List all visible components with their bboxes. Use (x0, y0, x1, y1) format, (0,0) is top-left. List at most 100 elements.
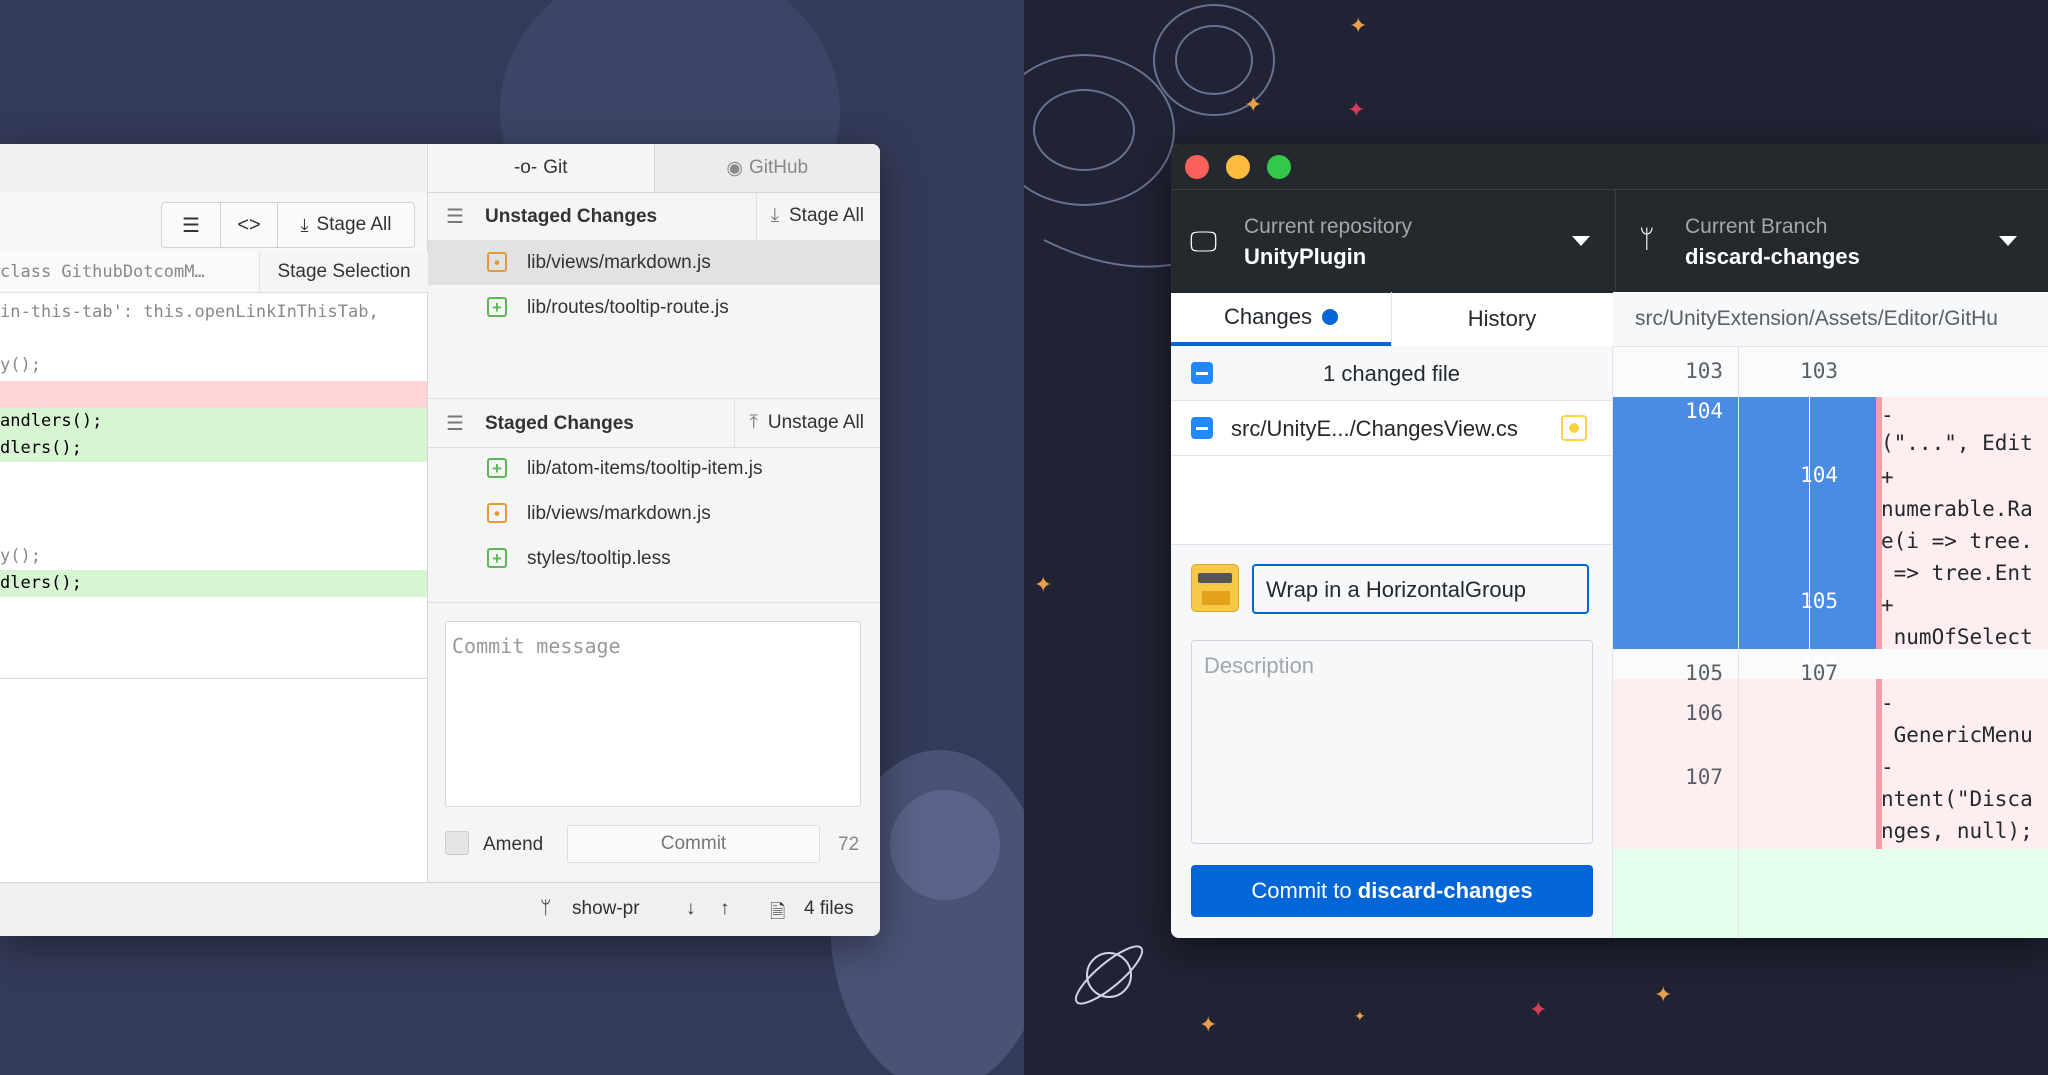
branch-label: Current Branch (1685, 215, 1828, 238)
commit-prefix: Commit to (1251, 878, 1358, 903)
download-icon: ⤓ (300, 214, 309, 235)
star-icon: ✦ (1529, 998, 1548, 1023)
code-line-added: dlers(); (0, 570, 427, 597)
commit-branch: discard-changes (1357, 878, 1533, 903)
diff-line: - (1881, 755, 1894, 779)
staged-file-row[interactable]: + styles/tooltip.less (428, 537, 880, 581)
old-line-number: 104 (1685, 399, 1723, 423)
download-icon: ⤓ (770, 205, 779, 226)
commit-description-input[interactable]: Description (1191, 640, 1593, 844)
title-bar (1171, 144, 2048, 189)
avatar (1191, 564, 1239, 612)
staged-title: Staged Changes (485, 413, 634, 434)
stage-all-button[interactable]: ⤓ Stage All (755, 192, 880, 240)
modified-icon: • (487, 503, 507, 523)
character-counter: 72 (838, 834, 860, 855)
star-icon: ✦ (1354, 1009, 1366, 1025)
file-name: lib/views/markdown.js (527, 503, 711, 524)
amend-checkbox[interactable] (445, 831, 469, 855)
file-checkbox[interactable] (1191, 417, 1213, 439)
tab-changes[interactable]: Changes (1171, 292, 1391, 346)
code-line: in-this-tab': this.openLinkInThisTab, (0, 302, 379, 322)
close-button[interactable] (1185, 155, 1209, 179)
stage-all-label: Stage All (316, 214, 392, 235)
diff-line: e(i => tree. (1881, 529, 2033, 553)
code-line: y(); (0, 546, 41, 566)
staged-file-row[interactable]: + lib/atom-items/tooltip-item.js (428, 447, 880, 491)
unstaged-file-row[interactable]: • lib/views/markdown.js (428, 241, 880, 285)
stage-selection-button[interactable]: Stage Selection (259, 252, 428, 292)
desktop-icon: 🖵 (1190, 226, 1217, 257)
commit-message-placeholder: Commit message (452, 634, 621, 658)
tab-changes-label: Changes (1223, 304, 1313, 329)
branch-selector[interactable]: ᛘ Current Branch discard-changes (1615, 190, 2048, 293)
status-bar: ᛘ show-pr ↓ ↑ 🗎 4 files (0, 882, 880, 936)
changes-header: 1 changed file (1171, 346, 1612, 401)
diff-line: => tree.Ent (1881, 561, 2033, 585)
sidebar-tabs: Changes History (1171, 292, 1612, 347)
git-panel: -o- Git ◉ GitHub ☰ Unstaged Changes ⤓ St… (428, 144, 880, 882)
branch-icon: ᛘ (540, 898, 552, 919)
list-icon: ☰ (446, 413, 464, 435)
tab-history[interactable]: History (1391, 292, 1612, 346)
tab-git-label: Git (543, 157, 568, 178)
commit-to-branch-button[interactable]: Commit to discard-changes (1191, 865, 1593, 917)
minimize-button[interactable] (1226, 155, 1250, 179)
changed-files-count: 1 changed file (1323, 361, 1460, 386)
changed-files-count[interactable]: 4 files (804, 898, 854, 920)
tab-git[interactable]: -o- Git (428, 144, 655, 192)
unstage-all-button[interactable]: ⤒ Unstage All (734, 399, 880, 447)
commit-button[interactable]: Commit (567, 825, 820, 863)
modified-icon: • (487, 252, 507, 272)
github-desktop-window: 🖵 Current repository UnityPlugin ᛘ Curre… (1171, 144, 2048, 938)
unstage-all-label: Unstage All (767, 412, 864, 433)
file-name: lib/views/markdown.js (527, 252, 711, 273)
tab-github[interactable]: ◉ GitHub (654, 144, 880, 192)
added-icon: + (487, 297, 507, 317)
editor-tab-bar (0, 144, 427, 193)
gutter-divider (1738, 347, 1739, 938)
diff-view: 103 104 105 106 107 103 104 105 106 107 … (1613, 347, 2048, 938)
hunk-header: class GithubDotcomM… Stage Selection (0, 252, 428, 293)
changed-file-row[interactable]: src/UnityE.../ChangesView.cs (1171, 401, 1612, 456)
star-icon: ✦ (1244, 93, 1263, 118)
diff-line: - (1881, 691, 1894, 715)
checklist-toggle-button[interactable]: ☰ (162, 203, 221, 247)
unstaged-title: Unstaged Changes (485, 206, 658, 227)
diff-line: numOfSelect (1881, 625, 2033, 649)
file-name: lib/atom-items/tooltip-item.js (527, 458, 763, 479)
maximize-button[interactable] (1267, 155, 1291, 179)
old-line-number: 105 (1685, 661, 1723, 685)
editor-pane: ☰ <> ⤓ Stage All class GithubDotcomM… St… (0, 144, 428, 882)
diff-line: ("...", Edit (1881, 431, 2033, 455)
unstaged-header: ☰ Unstaged Changes ⤓ Stage All (428, 192, 880, 241)
push-icon[interactable]: ↑ (720, 898, 730, 920)
file-name: lib/routes/tooltip-route.js (527, 297, 729, 318)
diff-line: nges, null); (1881, 819, 2033, 843)
chevron-down-icon (1572, 236, 1590, 246)
diff-toolbar-buttons: ☰ <> ⤓ Stage All (161, 202, 415, 248)
octocat-icon: ◉ (726, 157, 743, 179)
stage-all-label: Stage All (789, 205, 864, 226)
branch-name[interactable]: show-pr (572, 898, 640, 920)
changes-indicator-dot (1322, 309, 1339, 325)
unstaged-file-row[interactable]: + lib/routes/tooltip-route.js (428, 286, 880, 330)
repository-selector[interactable]: 🖵 Current repository UnityPlugin (1171, 190, 1616, 293)
diff-line: + (1881, 465, 1894, 489)
open-file-button[interactable]: <> (221, 203, 278, 247)
diff-line: GenericMenu (1881, 723, 2033, 747)
diff-added-rows (1613, 849, 2048, 938)
code-line-added: andlers(); (0, 408, 427, 435)
fetch-icon[interactable]: ↓ (686, 898, 696, 920)
staged-file-row[interactable]: • lib/views/markdown.js (428, 492, 880, 536)
upload-icon: ⤒ (749, 412, 758, 433)
stage-all-file-button[interactable]: ⤓ Stage All (278, 203, 414, 247)
commit-summary-input[interactable]: Wrap in a HorizontalGroup (1252, 564, 1589, 614)
description-placeholder: Description (1204, 653, 1315, 678)
old-line-number: 106 (1685, 701, 1723, 725)
astronaut-helmet (890, 790, 1000, 900)
commit-message-input[interactable]: Commit message (445, 621, 861, 807)
old-line-number: 107 (1685, 765, 1723, 789)
chevron-down-icon (1999, 236, 2017, 246)
panel-tabs: -o- Git ◉ GitHub (428, 144, 880, 193)
